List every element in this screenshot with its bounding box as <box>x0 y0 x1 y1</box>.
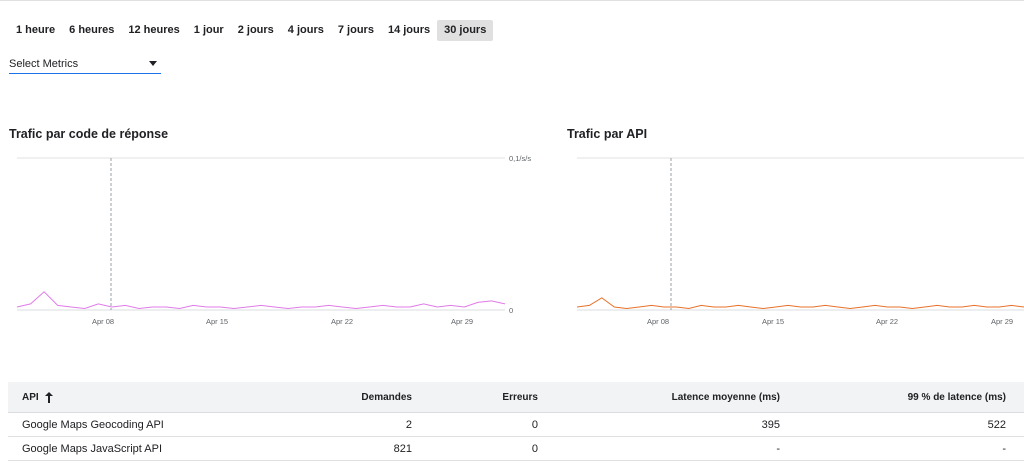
chart-api-traffic: Apr 08 Apr 15 Apr 22 Apr 29 <box>576 157 1024 326</box>
header-api[interactable]: API <box>8 391 248 403</box>
x-tick-label: Apr 15 <box>206 317 228 326</box>
cell-requests: 2 <box>405 418 412 431</box>
cell-errors: 0 <box>531 418 538 431</box>
range-6-heures[interactable]: 6 heures <box>62 20 121 41</box>
select-metrics-label: Select Metrics <box>9 57 79 70</box>
x-tick-label: Apr 08 <box>647 317 669 326</box>
top-divider <box>0 0 1024 1</box>
arrow-up-icon <box>44 391 54 403</box>
range-4-jours[interactable]: 4 jours <box>281 20 331 41</box>
series-line-0 <box>16 291 506 310</box>
range-30-jours[interactable]: 30 jours <box>437 20 494 41</box>
range-7-jours[interactable]: 7 jours <box>331 20 381 41</box>
x-tick-label: Apr 08 <box>92 317 114 326</box>
header-requests[interactable]: Demandes <box>248 392 412 403</box>
cell-requests: 821 <box>393 442 412 455</box>
range-12-heures[interactable]: 12 heures <box>121 20 186 41</box>
range-1-jour[interactable]: 1 jour <box>187 20 231 41</box>
api-metrics-table: API Demandes Erreurs Latence moyenne (ms… <box>8 382 1024 461</box>
y-tick-label: 0,1/s/s <box>509 154 531 163</box>
series-line-0 <box>576 297 1024 310</box>
cell-api: Google Maps JavaScript API <box>22 442 163 455</box>
chart-title-api: Trafic par API <box>567 127 648 141</box>
table-header: API Demandes Erreurs Latence moyenne (ms… <box>8 382 1024 413</box>
header-p99-latency[interactable]: 99 % de latence (ms) <box>780 392 1006 403</box>
header-errors[interactable]: Erreurs <box>412 392 538 403</box>
chart-response-code-traffic: Apr 08 Apr 15 Apr 22 Apr 29 0 0,1/s/s <box>16 154 531 326</box>
cell-p99-latency: 522 <box>987 418 1006 431</box>
x-tick-label: Apr 29 <box>991 317 1013 326</box>
x-tick-label: Apr 29 <box>451 317 473 326</box>
cell-latency: 395 <box>761 418 780 431</box>
x-tick-label: Apr 22 <box>331 317 353 326</box>
cell-latency: - <box>776 442 780 455</box>
range-1-heure[interactable]: 1 heure <box>9 20 62 41</box>
cell-api: Google Maps Geocoding API <box>22 418 164 431</box>
cell-errors: 0 <box>531 442 538 455</box>
header-latency[interactable]: Latence moyenne (ms) <box>538 392 780 403</box>
range-2-jours[interactable]: 2 jours <box>231 20 281 41</box>
cell-p99-latency: - <box>1002 442 1006 455</box>
table-row[interactable]: Google Maps Geocoding API 2 0 395 522 <box>8 413 1024 437</box>
y-tick-label: 0 <box>509 306 513 315</box>
x-tick-label: Apr 15 <box>762 317 784 326</box>
select-metrics-dropdown[interactable]: Select Metrics <box>9 54 161 74</box>
chart-title-response-code: Trafic par code de réponse <box>9 127 169 141</box>
x-tick-label: Apr 22 <box>876 317 898 326</box>
table-row[interactable]: Google Maps JavaScript API 821 0 - - <box>8 437 1024 461</box>
time-range-selector: 1 heure 6 heures 12 heures 1 jour 2 jour… <box>9 20 494 41</box>
range-14-jours[interactable]: 14 jours <box>381 20 437 41</box>
caret-down-icon <box>149 61 157 66</box>
